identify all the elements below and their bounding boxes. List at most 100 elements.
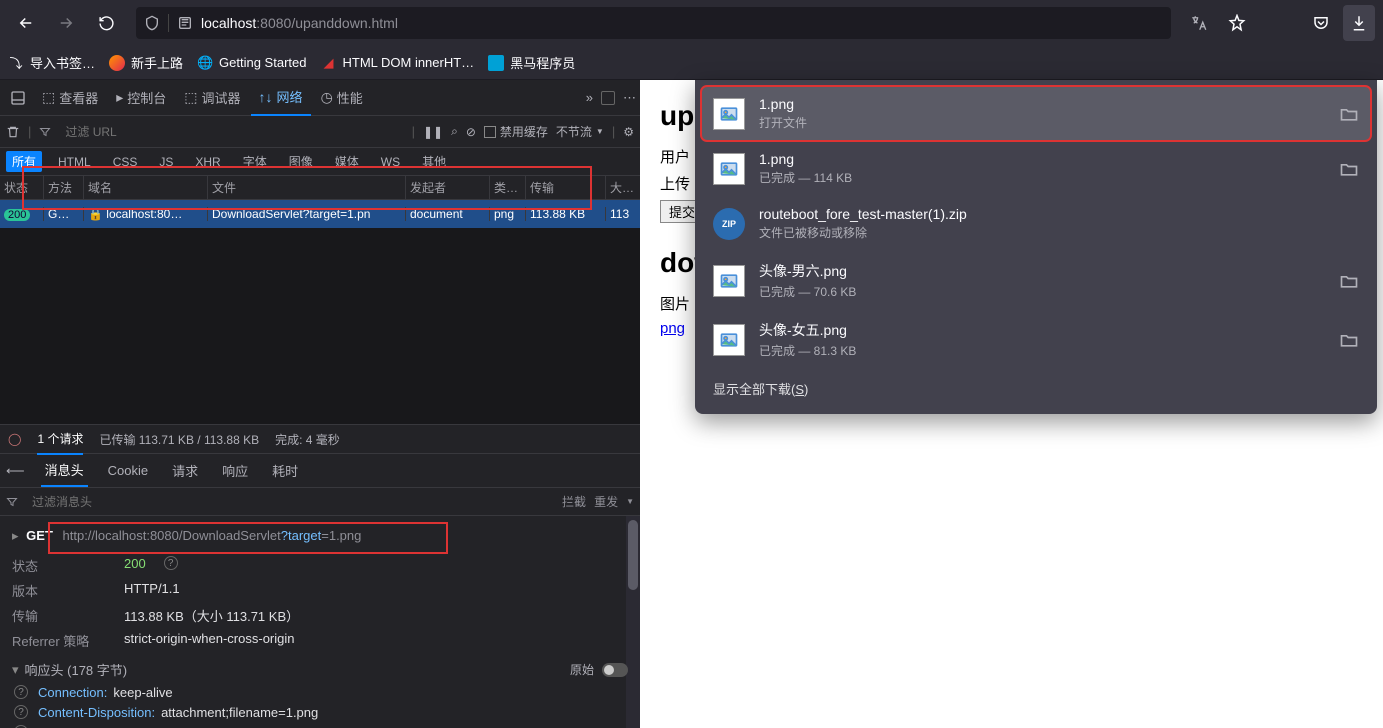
label-transferred: 传输: [12, 606, 112, 625]
open-folder-icon[interactable]: [1339, 271, 1359, 291]
network-toolbar: | | ❚❚ ⌕ ⊘ 禁用缓存 不节流 ▼ | ⚙: [0, 116, 640, 148]
col-method[interactable]: 方法: [44, 176, 84, 199]
download-status: 已完成 — 70.6 KB: [759, 283, 1325, 300]
open-folder-icon[interactable]: [1339, 330, 1359, 350]
col-file[interactable]: 文件: [208, 176, 406, 199]
download-item[interactable]: 1.png已完成 — 114 KB: [701, 141, 1371, 196]
download-item[interactable]: 头像-女五.png已完成 — 81.3 KB: [701, 310, 1371, 369]
throttle-select[interactable]: 不节流 ▼: [556, 123, 604, 140]
filter-xhr[interactable]: XHR: [189, 153, 226, 171]
bookmark-dom[interactable]: ◢HTML DOM innerHT…: [320, 55, 474, 71]
detail-tab-timings[interactable]: 耗时: [268, 455, 302, 486]
filter-icon[interactable]: [39, 126, 51, 138]
col-transferred[interactable]: 传输: [526, 176, 606, 199]
statusbar-finish: 完成: 4 毫秒: [275, 431, 340, 448]
col-initiator[interactable]: 发起者: [406, 176, 490, 199]
filter-media[interactable]: 媒体: [329, 151, 365, 172]
detail-tab-headers[interactable]: 消息头: [41, 454, 88, 487]
search-icon[interactable]: ⌕: [451, 124, 458, 139]
filter-html[interactable]: HTML: [52, 153, 97, 171]
clear-button[interactable]: [6, 125, 20, 139]
translate-icon[interactable]: [1183, 5, 1215, 41]
back-button[interactable]: [8, 5, 44, 41]
tab-console[interactable]: ▸控制台: [108, 80, 174, 116]
inspector-icon: ⬚: [42, 89, 55, 106]
download-item-active[interactable]: 1.png打开文件: [701, 86, 1371, 141]
page-content: upl 用户 上传 提交 dow 图片 png 1.png打开文件 1.png已…: [640, 80, 1383, 728]
filter-css[interactable]: CSS: [107, 153, 144, 171]
download-name: routeboot_fore_test-master(1).zip: [759, 206, 1359, 222]
download-item[interactable]: 头像-男六.png已完成 — 70.6 KB: [701, 251, 1371, 310]
value-version: HTTP/1.1: [124, 581, 180, 600]
overflow-icon[interactable]: »: [586, 90, 593, 105]
filter-url-input[interactable]: [59, 123, 403, 141]
block-label[interactable]: 拦截: [562, 493, 586, 510]
forward-button[interactable]: [48, 5, 84, 41]
scrollbar[interactable]: [626, 516, 640, 728]
raw-toggle[interactable]: [602, 663, 628, 677]
detail-back-icon[interactable]: ⟵: [6, 463, 25, 479]
filter-all[interactable]: 所有: [6, 151, 42, 172]
bookmark-getting-started[interactable]: 🌐Getting Started: [197, 55, 306, 71]
reload-button[interactable]: [88, 5, 124, 41]
label-status: 状态: [12, 556, 112, 575]
filter-ws[interactable]: WS: [375, 153, 406, 171]
open-folder-icon[interactable]: [1339, 159, 1359, 179]
url-bar[interactable]: localhost:8080/upanddown.html: [136, 7, 1171, 39]
detail-tab-cookies[interactable]: Cookie: [104, 457, 152, 484]
funnel-icon[interactable]: [6, 496, 18, 508]
resend-label[interactable]: 重发: [594, 493, 618, 510]
col-status[interactable]: 状态: [0, 176, 44, 199]
filter-js[interactable]: JS: [153, 153, 179, 171]
download-name: 头像-女五.png: [759, 320, 1325, 340]
help-icon[interactable]: ?: [164, 556, 178, 570]
col-type[interactable]: 类…: [490, 176, 526, 199]
network-request-row[interactable]: 200 G… 🔒 localhost:80… DownloadServlet?t…: [0, 200, 640, 228]
download-status: 打开文件: [759, 114, 1325, 131]
col-size[interactable]: 大…: [606, 176, 636, 199]
globe-icon: 🌐: [197, 55, 213, 71]
tab-debugger[interactable]: ⬚调试器: [176, 80, 248, 116]
help-icon[interactable]: ?: [14, 685, 28, 699]
filter-image[interactable]: 图像: [283, 151, 319, 172]
detail-tab-response[interactable]: 响应: [218, 455, 252, 486]
statusbar-transferred: 已传输 113.71 KB / 113.88 KB: [99, 431, 259, 448]
info-icon[interactable]: [177, 15, 193, 31]
tab-network[interactable]: ↑↓网络: [251, 80, 311, 116]
download-link[interactable]: png: [660, 320, 685, 337]
no-cache-checkbox[interactable]: 禁用缓存: [484, 123, 548, 140]
detail-tab-request[interactable]: 请求: [168, 455, 202, 486]
tab-performance[interactable]: ◷性能: [313, 80, 371, 116]
tab-inspector[interactable]: ⬚查看器: [34, 80, 106, 116]
bookmark-import[interactable]: ⤵导入书签…: [8, 53, 95, 72]
file-thumb-icon: [713, 153, 745, 185]
help-icon[interactable]: ?: [14, 705, 28, 719]
bookmark-newbie[interactable]: 新手上路: [109, 53, 183, 72]
filter-other[interactable]: 其他: [416, 151, 452, 172]
settings-gear-icon[interactable]: ⚙: [623, 125, 634, 139]
pocket-icon[interactable]: [1305, 5, 1337, 41]
stop-icon[interactable]: ◯: [8, 432, 21, 446]
downloads-button[interactable]: [1343, 5, 1375, 41]
page-icon: ◢: [320, 55, 336, 71]
devtools-dock-icon[interactable]: [4, 80, 32, 116]
pause-icon[interactable]: ❚❚: [423, 125, 443, 139]
block-icon[interactable]: ⊘: [466, 125, 476, 139]
devtools-tabs: ⬚查看器 ▸控制台 ⬚调试器 ↑↓网络 ◷性能 » ⋯: [0, 80, 640, 116]
request-line: ▸ GET http://localhost:8080/DownloadServ…: [12, 528, 628, 544]
file-thumb-icon: [713, 265, 745, 297]
download-status: 已完成 — 114 KB: [759, 169, 1325, 186]
bookmark-heima[interactable]: 黑马程序员: [488, 53, 575, 72]
download-item[interactable]: ZIP routeboot_fore_test-master(1).zip文件已…: [701, 196, 1371, 251]
open-folder-icon[interactable]: [1339, 104, 1359, 124]
response-headers-section[interactable]: ▾ 响应头 (178 字节) 原始: [12, 660, 628, 679]
filter-font[interactable]: 字体: [237, 151, 273, 172]
responsive-icon[interactable]: [601, 91, 615, 105]
col-domain[interactable]: 域名: [84, 176, 208, 199]
bookmark-star-icon[interactable]: [1221, 5, 1253, 41]
filter-headers-input[interactable]: [26, 493, 554, 511]
show-all-downloads[interactable]: 显示全部下载(S): [701, 369, 1371, 408]
import-icon: ⤵: [8, 55, 24, 71]
more-icon[interactable]: ⋯: [623, 90, 636, 106]
downloads-panel: 1.png打开文件 1.png已完成 — 114 KB ZIP routeboo…: [695, 80, 1377, 414]
